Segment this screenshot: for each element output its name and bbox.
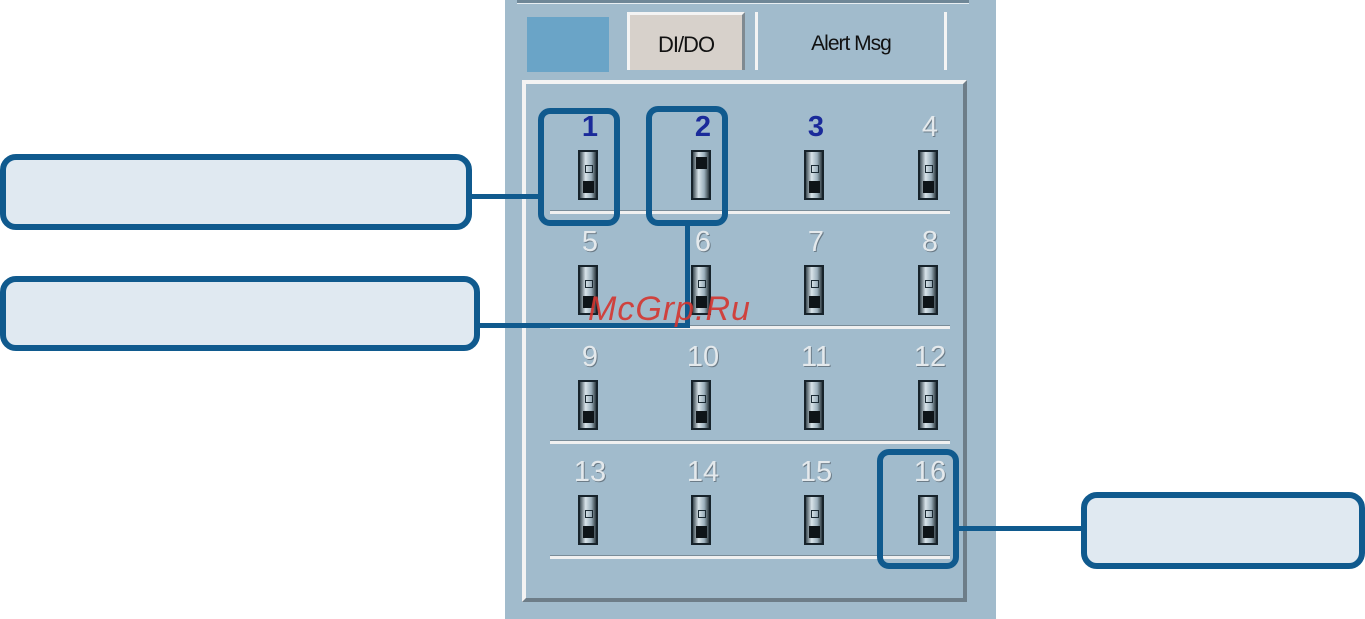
highlight-channel-16 (877, 449, 959, 569)
callout-line (469, 194, 539, 199)
channel-10[interactable]: 10 (663, 332, 743, 440)
channel-4[interactable]: 4 (890, 102, 970, 210)
toggle-switch-icon[interactable] (804, 265, 824, 315)
channel-13[interactable]: 13 (550, 447, 630, 555)
channel-number: 8 (921, 226, 939, 258)
toggle-switch-icon[interactable] (691, 380, 711, 430)
channel-8[interactable]: 8 (890, 217, 970, 325)
callout-line (958, 526, 1084, 531)
toggle-switch-icon[interactable] (804, 150, 824, 200)
channel-12[interactable]: 12 (890, 332, 970, 440)
toggle-switch-icon[interactable] (918, 380, 938, 430)
channel-row: 9 10 11 12 (550, 332, 950, 444)
channel-number: 9 (581, 341, 599, 373)
channel-number: 13 (573, 456, 607, 488)
channel-7[interactable]: 7 (776, 217, 856, 325)
toggle-switch-icon[interactable] (578, 495, 598, 545)
panel-top-border (517, 0, 969, 4)
channel-number: 6 (694, 226, 712, 258)
channel-number: 12 (913, 341, 947, 373)
toggle-switch-icon[interactable] (804, 495, 824, 545)
watermark-text: McGrp.Ru (588, 290, 751, 328)
channel-number: 5 (581, 226, 599, 258)
channel-number: 14 (686, 456, 720, 488)
toggle-switch-icon[interactable] (918, 150, 938, 200)
channel-11[interactable]: 11 (776, 332, 856, 440)
channel-number: 15 (799, 456, 833, 488)
row-divider (550, 440, 950, 444)
channel-15[interactable]: 15 (776, 447, 856, 555)
channel-number: 10 (686, 341, 720, 373)
tab-di-do[interactable]: DI/DO (627, 12, 745, 70)
callout-box-channel-16 (1081, 492, 1365, 569)
toggle-switch-icon[interactable] (578, 380, 598, 430)
channel-14[interactable]: 14 (663, 447, 743, 555)
toggle-switch-icon[interactable] (918, 265, 938, 315)
highlight-channel-2 (646, 106, 728, 226)
channel-number: 7 (807, 226, 825, 258)
tab-alert-msg[interactable]: Alert Msg (755, 12, 947, 70)
highlight-channel-1 (538, 108, 620, 226)
callout-box-input-status (0, 154, 472, 230)
channel-number: 3 (807, 111, 825, 143)
channel-3[interactable]: 3 (776, 102, 856, 210)
channel-number: 11 (800, 341, 832, 373)
channel-number: 4 (921, 111, 939, 143)
toggle-switch-icon[interactable] (804, 380, 824, 430)
tab-blank[interactable] (527, 17, 609, 72)
channel-9[interactable]: 9 (550, 332, 630, 440)
callout-box-output-status (0, 276, 480, 351)
toggle-switch-icon[interactable] (691, 495, 711, 545)
